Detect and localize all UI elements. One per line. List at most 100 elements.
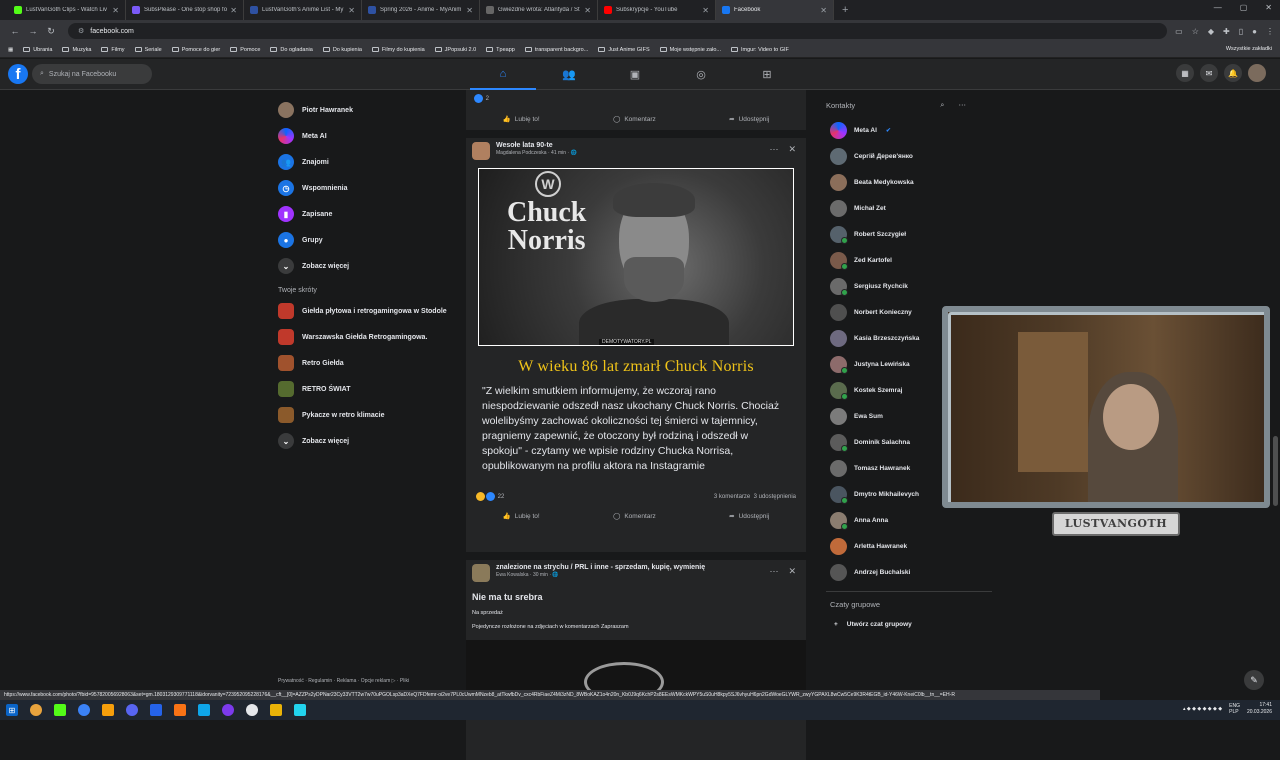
nav-gaming-icon[interactable]: ⊞	[734, 59, 800, 90]
comment-button[interactable]: ◯ Komentarz	[613, 512, 656, 521]
sidebar-item[interactable]: ⌄ Zobacz więcej	[274, 253, 454, 279]
comment-button[interactable]: ◯ Komentarz	[613, 115, 656, 124]
sidebar-item[interactable]: Piotr Hawranek	[274, 97, 454, 123]
shortcut-item[interactable]: Retro Giełda	[274, 350, 454, 376]
bookmark-item[interactable]: Muzyka	[62, 47, 91, 53]
facebook-logo[interactable]: f	[8, 64, 28, 84]
app2-icon[interactable]	[150, 704, 162, 716]
profile-avatar[interactable]	[1248, 64, 1266, 82]
share-button[interactable]: ➦ Udostępnij	[729, 115, 769, 124]
chrome-icon[interactable]	[30, 704, 42, 716]
reload-icon[interactable]: ↻	[42, 26, 60, 37]
extension-icon[interactable]: ◆	[1208, 27, 1214, 36]
sidebar-item[interactable]: ● Grupy	[274, 227, 454, 253]
tab-close-icon[interactable]: ✕	[466, 6, 473, 15]
app4-icon[interactable]	[222, 704, 234, 716]
minimize-icon[interactable]: —	[1214, 3, 1222, 12]
bookmark-item[interactable]: Tpeapp	[486, 47, 515, 53]
site-info-icon[interactable]: ⚙	[78, 27, 84, 35]
contact-item[interactable]: Сергій Дерев'янко	[826, 143, 996, 169]
messenger-icon[interactable]: ✉	[1200, 64, 1218, 82]
nav-marketplace-icon[interactable]: ▣	[602, 59, 668, 90]
obs-icon[interactable]	[54, 704, 66, 716]
shortcut-item[interactable]: Pykacze w retro klimacie	[274, 402, 454, 428]
bookmark-item[interactable]: Pomoce	[230, 47, 260, 53]
share-count[interactable]: 3 udostępnienia	[754, 494, 796, 500]
bookmark-item[interactable]: JPopsuki 2.0	[434, 47, 476, 53]
bookmark-item[interactable]: transparent backgro...	[524, 47, 588, 53]
bookmark-item[interactable]: Ubrania	[23, 47, 52, 53]
search-icon[interactable]: ⌕	[940, 100, 944, 110]
forward-icon[interactable]: →	[24, 26, 42, 36]
back-icon[interactable]: ←	[6, 26, 24, 36]
comment-count[interactable]: 3 komentarze	[714, 494, 750, 500]
create-group-chat-button[interactable]: + Utwórz czat grupowy	[826, 614, 996, 634]
start-icon[interactable]: ⊞	[6, 704, 18, 716]
page-scrollbar[interactable]	[1273, 436, 1278, 506]
sidebar-item[interactable]: ▮ Zapisane	[274, 201, 454, 227]
explorer-icon[interactable]	[270, 704, 282, 716]
contact-item[interactable]: Anna Anna	[826, 507, 996, 533]
clock[interactable]: 17:41 20.03.2026	[1247, 702, 1272, 716]
contact-item[interactable]: Meta AI ✔	[826, 117, 996, 143]
bookmark-item[interactable]: Imgur: Video to GIF	[730, 47, 789, 53]
group-name[interactable]: Wesołe lata 90-te	[496, 142, 577, 149]
window-close-icon[interactable]: ✕	[1265, 3, 1272, 12]
new-tab-button[interactable]: +	[842, 4, 848, 16]
browser-tab[interactable]: SubsPlease - One stop shop fo ✕	[126, 0, 244, 20]
app3-icon[interactable]	[174, 704, 186, 716]
menu-grid-icon[interactable]: ▦	[1176, 64, 1194, 82]
tray-icons[interactable]: ▴ ◆ ◆ ◆ ◆ ◆ ◆ ◆	[1183, 706, 1222, 712]
nav-groups-icon[interactable]: ◎	[668, 59, 734, 90]
contact-item[interactable]: Michał Zet	[826, 195, 996, 221]
url-bar[interactable]: ⚙ facebook.com	[68, 23, 1168, 39]
browser-tab[interactable]: Subskrypcje - YouTube ✕	[598, 0, 716, 20]
tab-close-icon[interactable]: ✕	[230, 6, 237, 15]
notifications-icon[interactable]: 🔔	[1224, 64, 1242, 82]
shortcut-item[interactable]: Warszawska Giełda Retrogamingowa.	[274, 324, 454, 350]
contact-item[interactable]: Arletta Hawranek	[826, 533, 996, 559]
tab-close-icon[interactable]: ✕	[820, 6, 827, 15]
steam-icon[interactable]	[198, 704, 210, 716]
app-icon[interactable]	[78, 704, 90, 716]
bookmark-item[interactable]: Seriale	[134, 47, 162, 53]
group-name[interactable]: znalezione na strychu / PRL i inne - spr…	[496, 564, 705, 571]
tab-close-icon[interactable]: ✕	[348, 6, 355, 15]
browser-tab[interactable]: Spring 2026 - Anime - MyAnim ✕	[362, 0, 480, 20]
sidebar-item[interactable]: ◷ Wspomnienia	[274, 175, 454, 201]
contact-item[interactable]: Sergiusz Rychcik	[826, 273, 996, 299]
footer-links[interactable]: Prywatność · Regulamin · Reklama · Opcje…	[278, 678, 409, 684]
more-options-icon[interactable]: ⋯	[769, 144, 778, 155]
language-indicator[interactable]: ENG PLP	[1229, 703, 1240, 715]
nav-friends-icon[interactable]: 👥	[536, 59, 602, 90]
tab-close-icon[interactable]: ✕	[112, 6, 119, 15]
browser-tab[interactable]: LustVanGoth Clips - Watch Liv ✕	[8, 0, 126, 20]
bookmark-item[interactable]: Just Anime GIFS	[598, 47, 650, 53]
group-avatar[interactable]	[472, 142, 490, 160]
group-avatar[interactable]	[472, 564, 490, 582]
more-options-icon[interactable]: ⋯	[959, 100, 967, 110]
close-icon[interactable]: ✕	[788, 566, 796, 577]
vlc-icon[interactable]	[102, 704, 114, 716]
bookmark-item[interactable]: Moje wstępnie zało...	[659, 47, 721, 53]
sidebar-item[interactable]: Meta AI	[274, 123, 454, 149]
maximize-icon[interactable]: ▢	[1240, 3, 1248, 12]
share-button[interactable]: ➦ Udostępnij	[729, 512, 769, 521]
bookmark-item[interactable]: Filmy do kupienia	[371, 47, 425, 53]
contact-item[interactable]: Andrzej Buchalski	[826, 559, 996, 585]
like-button[interactable]: 👍 Lubię to!	[503, 512, 540, 521]
close-icon[interactable]: ✕	[788, 144, 796, 155]
browser-tab[interactable]: Facebook ✕	[716, 0, 834, 20]
app5-icon[interactable]	[246, 704, 258, 716]
app6-icon[interactable]	[294, 704, 306, 716]
bookmark-item[interactable]: Filmy	[101, 47, 125, 53]
post-image[interactable]: W Chuck Norris DEMOTYWATORY.PL	[478, 168, 794, 346]
menu-icon[interactable]: ⋮	[1266, 27, 1274, 36]
shortcut-item[interactable]: RETRO ŚWIAT	[274, 376, 454, 402]
bookmark-star-icon[interactable]: ☆	[1192, 27, 1199, 36]
browser-tab[interactable]: Gwiezdne wrota: Atlantyda / St ✕	[480, 0, 598, 20]
tab-close-icon[interactable]: ✕	[702, 6, 709, 15]
all-bookmarks[interactable]: Wszystkie zakładki	[1223, 46, 1272, 52]
nav-home-icon[interactable]: ⌂	[470, 59, 536, 90]
cast-icon[interactable]: ▭	[1175, 27, 1183, 36]
